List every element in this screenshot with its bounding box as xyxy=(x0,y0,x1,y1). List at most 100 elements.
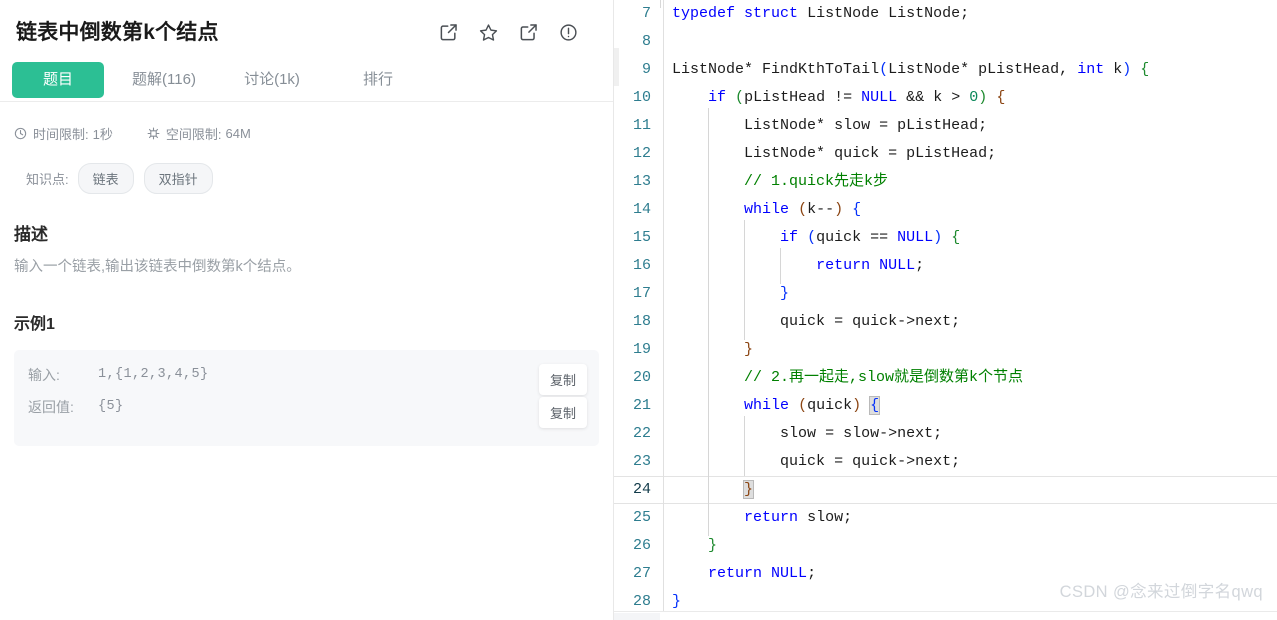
code-text[interactable]: quick = quick->next; xyxy=(672,444,1277,480)
gutter-separator xyxy=(660,83,672,113)
example-output-value: {5} xyxy=(98,398,124,414)
code-text[interactable]: slow = slow->next; xyxy=(672,416,1277,452)
gutter-separator xyxy=(660,503,672,533)
code-line[interactable]: 19 } xyxy=(614,332,1277,368)
code-line[interactable]: 10 if (pListHead != NULL && k > 0) { xyxy=(614,83,1277,113)
tab-solutions[interactable]: 题解(116) xyxy=(116,62,212,98)
tag-linked-list[interactable]: 链表 xyxy=(77,163,134,195)
code-line[interactable]: 8 xyxy=(614,27,1277,57)
code-text[interactable]: while (k--) { xyxy=(672,192,1277,228)
code-text[interactable]: } xyxy=(672,532,1277,560)
line-number: 8 xyxy=(641,33,651,50)
code-text[interactable]: // 1.quick先走k步 xyxy=(672,164,1277,200)
tag-two-pointers[interactable]: 双指针 xyxy=(143,163,213,195)
example-output-row: 返回值: {5} 复制 xyxy=(28,396,587,428)
gutter-separator xyxy=(660,307,672,337)
line-number: 26 xyxy=(632,537,651,554)
code-lines-container: 7 typedef struct ListNode ListNode; 8 9 List… xyxy=(614,0,1277,617)
gutter-separator xyxy=(660,111,672,141)
code-line[interactable]: 15 if (quick == NULL) { xyxy=(614,220,1277,256)
code-text[interactable]: // 2.再一起走,slow就是倒数第k个节点 xyxy=(672,360,1277,396)
gutter-separator xyxy=(660,363,672,393)
star-icon[interactable] xyxy=(479,23,498,42)
code-line[interactable]: 14 while (k--) { xyxy=(614,192,1277,228)
code-line[interactable]: 16 return NULL; xyxy=(614,248,1277,284)
copy-input-button[interactable]: 复制 xyxy=(538,363,587,395)
line-number: 24 xyxy=(632,481,651,498)
line-number: 10 xyxy=(632,89,651,106)
gutter-separator xyxy=(660,279,672,309)
code-line[interactable]: 11 ListNode* slow = pListHead; xyxy=(614,108,1277,144)
edit-icon[interactable] xyxy=(439,23,458,42)
code-text[interactable]: } xyxy=(672,332,1277,368)
code-line[interactable]: 23 quick = quick->next; xyxy=(614,444,1277,480)
gutter-separator xyxy=(660,167,672,197)
code-text[interactable]: ListNode* quick = pListHead; xyxy=(672,136,1277,172)
code-line[interactable]: 26 } xyxy=(614,531,1277,561)
code-line[interactable]: 7 typedef struct ListNode ListNode; xyxy=(614,0,1277,29)
description-heading: 描述 xyxy=(14,225,48,245)
code-line[interactable]: 12 ListNode* quick = pListHead; xyxy=(614,136,1277,172)
code-text[interactable]: ListNode* slow = pListHead; xyxy=(672,108,1277,144)
code-line[interactable]: 22 slow = slow->next; xyxy=(614,416,1277,452)
code-line[interactable]: 20 // 2.再一起走,slow就是倒数第k个节点 xyxy=(614,360,1277,396)
share-icon[interactable] xyxy=(519,23,538,42)
code-line[interactable]: 17 } xyxy=(614,276,1277,312)
time-limit-label: 时间限制: xyxy=(33,127,89,143)
gutter-separator xyxy=(660,475,672,505)
example-input-value: 1,{1,2,3,4,5} xyxy=(98,366,209,382)
time-limit: 时间限制: 1秒 xyxy=(14,124,113,143)
gutter-separator xyxy=(660,195,672,225)
app-root: 链表中倒数第k个结点 题目 题解(116) 讨论(1k) 排行 时间限制: 1秒… xyxy=(0,0,1277,620)
line-number: 20 xyxy=(632,369,651,386)
gutter-separator xyxy=(660,419,672,449)
space-limit: 空间限制: 64M xyxy=(147,124,251,143)
code-line[interactable]: 9 ListNode* FindKthToTail(ListNode* pList… xyxy=(614,55,1277,85)
tab-discussion[interactable]: 讨论(1k) xyxy=(224,62,320,98)
code-text[interactable]: quick = quick->next; xyxy=(672,304,1277,340)
tab-problem[interactable]: 题目 xyxy=(12,61,104,98)
chip-icon xyxy=(147,127,160,140)
code-text[interactable] xyxy=(672,28,1277,56)
code-line[interactable]: 13 // 1.quick先走k步 xyxy=(614,164,1277,200)
code-text[interactable]: return NULL; xyxy=(672,248,1277,284)
code-line[interactable]: 24 } xyxy=(614,472,1277,508)
space-limit-label: 空间限制: xyxy=(165,127,222,143)
info-icon[interactable] xyxy=(559,23,578,42)
clock-icon xyxy=(14,127,27,140)
code-line[interactable]: 25 return slow; xyxy=(614,500,1277,536)
gutter-separator xyxy=(660,391,672,421)
code-text[interactable]: } xyxy=(672,276,1277,312)
code-text[interactable]: if (pListHead != NULL && k > 0) { xyxy=(672,84,1277,112)
line-number: 14 xyxy=(632,201,651,218)
page-title: 链表中倒数第k个结点 xyxy=(16,21,219,44)
code-text[interactable]: ListNode* FindKthToTail(ListNode* pListH… xyxy=(672,56,1277,84)
knowledge-label: 知识点: xyxy=(26,172,69,188)
code-line[interactable]: 21 while (quick) { xyxy=(614,388,1277,424)
code-text[interactable]: typedef struct ListNode ListNode; xyxy=(672,0,1277,28)
code-text[interactable]: if (quick == NULL) { xyxy=(672,220,1277,256)
line-number: 27 xyxy=(632,565,651,582)
title-action-icons xyxy=(439,23,589,42)
code-editor[interactable]: 7 typedef struct ListNode ListNode; 8 9 List… xyxy=(614,0,1277,620)
line-number: 17 xyxy=(632,285,651,302)
line-number: 12 xyxy=(632,145,651,162)
example-output-label: 返回值: xyxy=(28,398,74,415)
gutter-separator xyxy=(660,447,672,477)
time-limit-value: 1秒 xyxy=(92,127,113,143)
gutter-separator xyxy=(660,531,672,561)
code-line[interactable]: 18 quick = quick->next; xyxy=(614,304,1277,340)
copy-output-button[interactable]: 复制 xyxy=(538,396,587,428)
editor-bottom-strip xyxy=(614,611,1277,620)
example-heading: 示例1 xyxy=(14,315,55,333)
example-box: 输入: 1,{1,2,3,4,5} 复制 返回值: {5} 复制 xyxy=(14,349,599,446)
line-number: 19 xyxy=(632,341,651,358)
code-text[interactable]: return slow; xyxy=(672,500,1277,536)
code-text[interactable]: while (quick) { xyxy=(672,388,1277,424)
line-number: 25 xyxy=(632,509,651,526)
code-text[interactable]: } xyxy=(672,472,1277,508)
tab-ranking[interactable]: 排行 xyxy=(332,62,424,98)
line-number: 23 xyxy=(632,453,651,470)
line-number: 22 xyxy=(632,425,651,442)
line-number: 13 xyxy=(632,173,651,190)
